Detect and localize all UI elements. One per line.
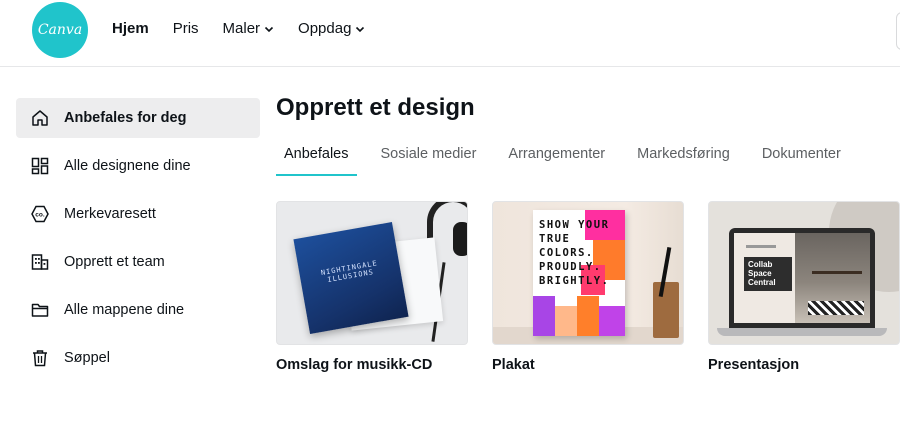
tab-documents[interactable]: Dokumenter: [754, 146, 849, 176]
sidebar-item-recommended[interactable]: Anbefales for deg: [16, 98, 260, 138]
poster-block: [555, 306, 577, 336]
tab-social-media[interactable]: Sosiale medier: [373, 146, 485, 176]
nav-discover[interactable]: Oppdag: [298, 20, 365, 37]
sidebar-item-label: Alle designene dine: [64, 158, 191, 174]
card-thumbnail[interactable]: NIGHTINGALE ILLUSIONS: [276, 201, 468, 345]
nav-templates[interactable]: Maler: [223, 20, 275, 37]
svg-text:co.: co.: [35, 212, 45, 219]
top-header: Canva Hjem Pris Maler Oppdag: [0, 0, 900, 67]
laptop-base: [717, 328, 887, 336]
chevron-down-icon: [264, 26, 274, 32]
laptop-image: Collab Space Central: [729, 228, 875, 328]
chevron-down-icon: [356, 26, 365, 32]
sidebar-item-label: Opprett et team: [64, 254, 165, 270]
tab-recommended[interactable]: Anbefales: [276, 146, 357, 176]
sidebar-item-label: Merkevaresett: [64, 206, 156, 222]
nav-templates-label: Maler: [222, 20, 261, 37]
sidebar-item-label: Søppel: [64, 350, 110, 366]
team-building-icon: [30, 252, 50, 272]
card-label: Omslag for musikk-CD: [276, 357, 433, 373]
main-nav: Hjem Pris Maler Oppdag: [112, 20, 389, 37]
trash-icon: [30, 348, 50, 368]
design-card-music-cd[interactable]: NIGHTINGALE ILLUSIONS Omslag for musikk-…: [276, 201, 468, 373]
nav-pricing-label: Pris: [172, 20, 199, 37]
desk-image: [812, 271, 862, 289]
design-category-tabs: Anbefales Sosiale medier Arrangementer M…: [276, 146, 865, 176]
nav-home[interactable]: Hjem: [112, 20, 149, 37]
nav-pricing[interactable]: Pris: [173, 20, 199, 37]
sidebar-item-label: Anbefales for deg: [64, 110, 187, 126]
folder-icon: [30, 300, 50, 320]
sidebar: Anbefales for deg Alle designene dine co…: [16, 98, 260, 386]
sidebar-item-brand-kit[interactable]: co. Merkevaresett: [16, 194, 260, 234]
page-title: Opprett et design: [276, 94, 475, 121]
design-cards: NIGHTINGALE ILLUSIONS Omslag for musikk-…: [276, 201, 900, 373]
design-card-presentation[interactable]: Collab Space Central Presentasjon: [708, 201, 900, 373]
brand-kit-icon: co.: [30, 204, 50, 224]
poster-block: [577, 296, 599, 336]
sidebar-item-label: Alle mappene dine: [64, 302, 185, 318]
search-box-edge[interactable]: [896, 12, 900, 50]
card-thumbnail[interactable]: Collab Space Central: [708, 201, 900, 345]
laptop-screen: Collab Space Central: [734, 233, 870, 323]
poster-text: SHOW YOUR TRUE COLORS. PROUDLY. BRIGHTLY…: [539, 219, 610, 287]
sidebar-item-all-designs[interactable]: Alle designene dine: [16, 146, 260, 186]
card-label: Plakat: [492, 357, 535, 373]
nav-home-label: Hjem: [112, 20, 149, 37]
sidebar-item-trash[interactable]: Søppel: [16, 338, 260, 378]
grid-icon: [30, 156, 50, 176]
pen-holder-image: [653, 282, 679, 338]
nav-discover-label: Oppdag: [298, 20, 352, 37]
card-label: Presentasjon: [708, 357, 800, 373]
poster-image: SHOW YOUR TRUE COLORS. PROUDLY. BRIGHTLY…: [533, 210, 625, 336]
card-thumbnail[interactable]: SHOW YOUR TRUE COLORS. PROUDLY. BRIGHTLY…: [492, 201, 684, 345]
slide-small-text: [746, 245, 776, 248]
sidebar-item-folders[interactable]: Alle mappene dine: [16, 290, 260, 330]
canva-logo[interactable]: Canva: [32, 2, 88, 58]
tab-events[interactable]: Arrangementer: [500, 146, 613, 176]
slide-title: Collab Space Central: [744, 257, 792, 291]
sidebar-item-create-team[interactable]: Opprett et team: [16, 242, 260, 282]
cd-cover-image: NIGHTINGALE ILLUSIONS: [293, 222, 409, 334]
design-card-poster[interactable]: SHOW YOUR TRUE COLORS. PROUDLY. BRIGHTLY…: [492, 201, 684, 373]
poster-block: [599, 306, 625, 336]
home-icon: [30, 108, 50, 128]
headphone-ear-image: [453, 222, 467, 256]
poster-block: [533, 296, 555, 336]
rug-image: [808, 301, 864, 315]
tab-marketing[interactable]: Markedsføring: [629, 146, 738, 176]
